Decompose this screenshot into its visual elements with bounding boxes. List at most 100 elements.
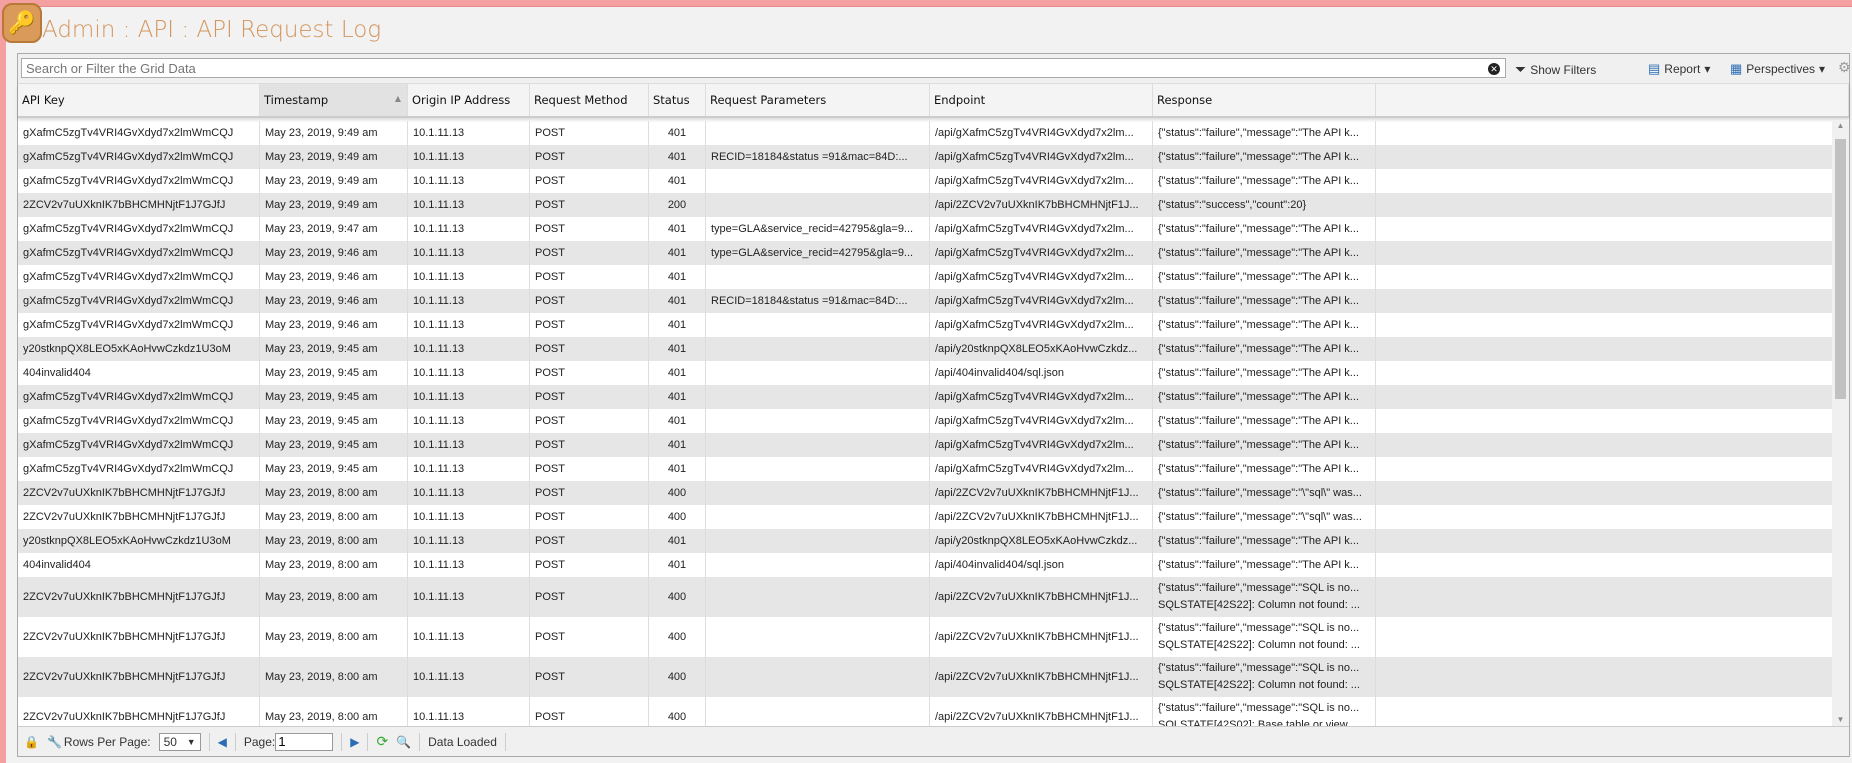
cell-api-key: 2ZCV2v7uUXknIK7bBHCMHNjtF1J7GJfJ: [18, 657, 260, 697]
cell-status: 401: [649, 217, 706, 241]
table-row[interactable]: 2ZCV2v7uUXknIK7bBHCMHNjtF1J7GJfJ May 23, …: [18, 481, 1832, 505]
table-row[interactable]: 404invalid404 May 23, 2019, 8:00 am 10.1.1…: [18, 553, 1832, 577]
cell-request-method: POST: [530, 529, 649, 553]
table-row[interactable]: gXafmC5zgTv4VRI4GvXdyd7x2lmWmCQJ May 23, …: [18, 457, 1832, 481]
show-filters-button[interactable]: ⏷ Show Filters: [1515, 61, 1596, 78]
cell-response: {"status":"failure","message":"The API k…: [1153, 409, 1376, 433]
cell-request-parameters: [706, 433, 930, 457]
column-header-request-parameters[interactable]: Request Parameters: [706, 84, 930, 116]
table-row[interactable]: gXafmC5zgTv4VRI4GvXdyd7x2lmWmCQJ May 23, …: [18, 289, 1832, 313]
cell-origin-ip: 10.1.11.13: [408, 193, 530, 217]
table-row[interactable]: 2ZCV2v7uUXknIK7bBHCMHNjtF1J7GJfJ May 23, …: [18, 505, 1832, 529]
cell-response: {"status":"failure","message":"The API k…: [1153, 457, 1376, 481]
api-request-grid: ✕ ⏷Show Filters ▤Report▾ ▦Perspectives▾ …: [17, 53, 1851, 757]
vertical-scrollbar[interactable]: ▲ ▼: [1832, 121, 1849, 726]
page-input[interactable]: [275, 732, 334, 751]
cell-request-method: POST: [530, 617, 649, 657]
rows-per-page-select[interactable]: 50 ▼: [158, 732, 201, 751]
cell-endpoint: /api/gXafmC5zgTv4VRI4GvXdyd7x2lm...: [930, 169, 1153, 193]
report-button[interactable]: ▤ Report ▾: [1648, 61, 1710, 77]
scrollbar-thumb[interactable]: [1835, 139, 1846, 399]
cell-timestamp: May 23, 2019, 9:46 am: [260, 289, 408, 313]
table-row[interactable]: gXafmC5zgTv4VRI4GvXdyd7x2lmWmCQJ May 23, …: [18, 385, 1832, 409]
cell-request-parameters: [706, 617, 930, 657]
cell-api-key: 2ZCV2v7uUXknIK7bBHCMHNjtF1J7GJfJ: [18, 617, 260, 657]
perspectives-button[interactable]: ▦ Perspectives ▾: [1730, 61, 1825, 77]
cell-endpoint: /api/y20stknpQX8LEO5xKAoHvwCzkdz...: [930, 337, 1153, 361]
cell-origin-ip: 10.1.11.13: [408, 657, 530, 697]
cell-response: {"status":"failure","message":"The API k…: [1153, 529, 1376, 553]
table-row[interactable]: gXafmC5zgTv4VRI4GvXdyd7x2lmWmCQJ May 23, …: [18, 145, 1832, 169]
cell-status: 401: [649, 409, 706, 433]
column-header-timestamp[interactable]: Timestamp ▲: [260, 84, 408, 116]
next-page-icon[interactable]: ▶: [350, 735, 359, 749]
cell-status: 401: [649, 457, 706, 481]
table-row[interactable]: gXafmC5zgTv4VRI4GvXdyd7x2lmWmCQJ May 23, …: [18, 313, 1832, 337]
table-row[interactable]: gXafmC5zgTv4VRI4GvXdyd7x2lmWmCQJ May 23, …: [18, 409, 1832, 433]
cell-response: {"status":"failure","message":"The API k…: [1153, 169, 1376, 193]
scroll-up-icon[interactable]: ▲: [1832, 121, 1849, 130]
cell-request-method: POST: [530, 457, 649, 481]
column-header-label: API Key: [22, 93, 65, 107]
cell-request-method: POST: [530, 169, 649, 193]
cell-api-key: 2ZCV2v7uUXknIK7bBHCMHNjtF1J7GJfJ: [18, 481, 260, 505]
divider: [419, 732, 421, 751]
gear-icon[interactable]: ⚙: [1838, 59, 1851, 76]
grid-footer: 🔒 🔧 Rows Per Page: 50 ▼ ◀ Page: ▶ ⟳ 🔍 Dat…: [18, 726, 1849, 756]
magnifier-icon[interactable]: 🔍: [396, 735, 411, 749]
table-row[interactable]: 2ZCV2v7uUXknIK7bBHCMHNjtF1J7GJfJ May 23, …: [18, 657, 1832, 697]
table-row[interactable]: gXafmC5zgTv4VRI4GvXdyd7x2lmWmCQJ May 23, …: [18, 265, 1832, 289]
refresh-icon[interactable]: ⟳: [376, 733, 388, 750]
cell-timestamp: May 23, 2019, 9:46 am: [260, 241, 408, 265]
cell-timestamp: May 23, 2019, 8:00 am: [260, 697, 408, 726]
cell-status: 401: [649, 241, 706, 265]
previous-page-icon[interactable]: ◀: [218, 735, 227, 749]
table-row[interactable]: 404invalid404 May 23, 2019, 9:45 am 10.1.1…: [18, 361, 1832, 385]
cell-endpoint: /api/gXafmC5zgTv4VRI4GvXdyd7x2lm...: [930, 433, 1153, 457]
column-header-endpoint[interactable]: Endpoint: [930, 84, 1153, 116]
cell-response: {"status":"failure","message":"The API k…: [1153, 121, 1376, 145]
table-row[interactable]: gXafmC5zgTv4VRI4GvXdyd7x2lmWmCQJ May 23, …: [18, 433, 1832, 457]
scroll-down-icon[interactable]: ▼: [1832, 715, 1849, 724]
table-row[interactable]: gXafmC5zgTv4VRI4GvXdyd7x2lmWmCQJ May 23, …: [18, 169, 1832, 193]
table-row[interactable]: gXafmC5zgTv4VRI4GvXdyd7x2lmWmCQJ May 23, …: [18, 121, 1832, 145]
cell-status: 400: [649, 657, 706, 697]
cell-endpoint: /api/2ZCV2v7uUXknIK7bBHCMHNjtF1J...: [930, 193, 1153, 217]
divider: [208, 732, 210, 751]
cell-request-parameters: RECID=18184&status =91&mac=84D:...: [706, 289, 930, 313]
cell-origin-ip: 10.1.11.13: [408, 617, 530, 657]
cell-endpoint: /api/2ZCV2v7uUXknIK7bBHCMHNjtF1J...: [930, 481, 1153, 505]
table-row[interactable]: 2ZCV2v7uUXknIK7bBHCMHNjtF1J7GJfJ May 23, …: [18, 193, 1832, 217]
funnel-icon: ⏷: [1515, 61, 1527, 77]
table-row[interactable]: gXafmC5zgTv4VRI4GvXdyd7x2lmWmCQJ May 23, …: [18, 217, 1832, 241]
lock-icon[interactable]: 🔒: [24, 735, 39, 749]
table-row[interactable]: gXafmC5zgTv4VRI4GvXdyd7x2lmWmCQJ May 23, …: [18, 241, 1832, 265]
cell-api-key: y20stknpQX8LEO5xKAoHvwCzkdz1U3oM: [18, 337, 260, 361]
cell-status: 401: [649, 289, 706, 313]
search-input[interactable]: [21, 58, 1506, 78]
cell-response: {"status":"failure","message":"The API k…: [1153, 361, 1376, 385]
cell-origin-ip: 10.1.11.13: [408, 697, 530, 726]
cell-request-method: POST: [530, 409, 649, 433]
cell-request-parameters: [706, 697, 930, 726]
table-row[interactable]: 2ZCV2v7uUXknIK7bBHCMHNjtF1J7GJfJ May 23, …: [18, 697, 1832, 726]
cell-endpoint: /api/gXafmC5zgTv4VRI4GvXdyd7x2lm...: [930, 265, 1153, 289]
table-row[interactable]: 2ZCV2v7uUXknIK7bBHCMHNjtF1J7GJfJ May 23, …: [18, 577, 1832, 617]
table-row[interactable]: 2ZCV2v7uUXknIK7bBHCMHNjtF1J7GJfJ May 23, …: [18, 617, 1832, 657]
table-row[interactable]: y20stknpQX8LEO5xKAoHvwCzkdz1U3oM May 23, …: [18, 529, 1832, 553]
column-header-response[interactable]: Response: [1153, 84, 1376, 116]
column-header-request-method[interactable]: Request Method: [530, 84, 649, 116]
column-header-origin-ip[interactable]: Origin IP Address: [408, 84, 530, 116]
table-row[interactable]: y20stknpQX8LEO5xKAoHvwCzkdz1U3oM May 23, …: [18, 337, 1832, 361]
wrench-icon[interactable]: 🔧: [47, 735, 62, 749]
clear-search-icon[interactable]: ✕: [1488, 63, 1500, 75]
cell-response: {"status":"failure","message":"The API k…: [1153, 265, 1376, 289]
cell-api-key: 404invalid404: [18, 361, 260, 385]
column-header-api-key[interactable]: API Key: [18, 84, 260, 116]
cell-request-parameters: [706, 529, 930, 553]
cell-timestamp: May 23, 2019, 9:49 am: [260, 121, 408, 145]
sort-icon[interactable]: ▲: [395, 94, 401, 103]
cell-request-parameters: [706, 657, 930, 697]
cell-endpoint: /api/gXafmC5zgTv4VRI4GvXdyd7x2lm...: [930, 409, 1153, 433]
column-header-status[interactable]: Status: [649, 84, 706, 116]
